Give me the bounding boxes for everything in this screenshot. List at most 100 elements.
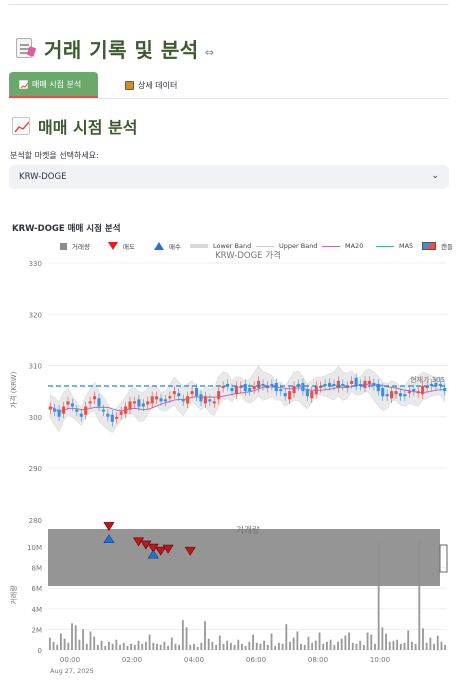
volume-bar <box>422 628 424 650</box>
volume-bar <box>314 640 317 650</box>
volume-bar <box>141 643 144 650</box>
candle <box>186 396 190 404</box>
candle <box>70 403 74 407</box>
volume-bar <box>359 640 362 650</box>
candle <box>194 388 199 397</box>
candle <box>363 380 367 389</box>
volume-bar <box>414 643 417 650</box>
volume-bar <box>340 638 343 650</box>
volume-bar <box>78 639 81 650</box>
candle <box>115 416 119 419</box>
volume-bar <box>444 644 447 650</box>
volume-bar <box>355 643 358 650</box>
volume-bar <box>255 642 258 650</box>
volume-bar <box>370 634 373 650</box>
volume-bar <box>392 640 395 650</box>
volume-bar <box>252 634 254 650</box>
candle <box>57 409 61 417</box>
volume-bar <box>436 635 439 650</box>
volume-bar <box>148 634 151 650</box>
candle <box>292 386 296 394</box>
candle <box>150 396 154 404</box>
candle <box>132 401 137 404</box>
volume-bar <box>410 641 413 650</box>
volume-bar <box>259 643 262 650</box>
y-tick-label: 8M <box>32 565 43 573</box>
candle <box>252 386 256 390</box>
volume-bar <box>159 644 162 650</box>
candle <box>310 391 314 399</box>
volume-bar <box>329 639 332 650</box>
volume-bar <box>196 646 199 650</box>
candle <box>137 399 141 407</box>
y-tick-label: 290 <box>29 465 42 473</box>
candle <box>314 386 318 395</box>
volume-bar <box>274 645 277 650</box>
volume-bar <box>344 635 347 650</box>
x-tick-label: 06:00 <box>246 656 266 664</box>
candle <box>407 391 411 394</box>
volume-bar <box>56 644 59 650</box>
volume-bar <box>96 644 99 650</box>
price-axis-label: 가격 (KRW) <box>9 371 18 408</box>
y-tick-label: 2M <box>32 626 43 634</box>
candle <box>101 409 105 412</box>
volume-bar <box>303 644 306 650</box>
candle <box>234 386 238 395</box>
volume-bar <box>181 620 184 650</box>
volume-bar <box>399 643 402 650</box>
x-tick-label: 04:00 <box>184 656 204 664</box>
volume-bar <box>318 632 321 650</box>
volume-bar <box>241 643 243 650</box>
volume-bar <box>307 636 310 650</box>
candle <box>155 396 159 400</box>
volume-bar <box>108 641 110 650</box>
volume-bar <box>433 643 435 650</box>
candle <box>53 408 57 412</box>
candle <box>403 394 407 397</box>
volume-bar <box>207 638 210 650</box>
candle <box>79 413 83 417</box>
volume-bar <box>281 643 284 650</box>
volume-bar <box>193 643 195 650</box>
x-date-label: Aug 27, 2025 <box>50 667 94 675</box>
candle <box>288 391 292 400</box>
volume-bar <box>311 642 314 650</box>
candle <box>141 403 145 407</box>
volume-bar <box>292 637 295 650</box>
volume-panel-title: 거래량 <box>236 525 260 536</box>
volume-bar <box>425 642 428 650</box>
volume-bar <box>100 640 103 650</box>
candle <box>341 383 345 386</box>
volume-bar <box>174 643 177 650</box>
candle <box>301 382 305 392</box>
volume-bar <box>89 631 92 650</box>
volume-bar <box>133 644 136 650</box>
volume-bar <box>122 642 125 650</box>
candle <box>75 409 79 412</box>
volume-bar <box>211 641 214 650</box>
y-tick-label: 10M <box>27 544 42 552</box>
price-volume-chart[interactable]: 290 300 310 320 330 KRW-DOGE 가격가격 (KRW) 현재가 30… <box>0 0 476 689</box>
candle <box>305 389 309 397</box>
candle <box>163 399 168 402</box>
y-tick-label: 310 <box>29 363 42 371</box>
y-tick-label: 280 <box>29 517 42 525</box>
y-tick-label: 330 <box>29 260 42 268</box>
candle <box>394 391 398 395</box>
volume-bar <box>163 641 166 650</box>
volume-bar <box>229 642 232 650</box>
candle <box>199 394 203 402</box>
volume-bar <box>385 633 387 650</box>
volume-bar <box>71 623 73 650</box>
volume-bar <box>333 644 336 650</box>
volume-bar <box>289 641 291 650</box>
volume-bar <box>218 635 221 650</box>
candle <box>416 391 420 394</box>
candle <box>350 380 354 384</box>
volume-bar <box>381 627 384 650</box>
candle <box>248 388 252 392</box>
volume-bar <box>137 640 140 650</box>
candle <box>354 377 358 386</box>
volume-bar <box>266 644 269 650</box>
